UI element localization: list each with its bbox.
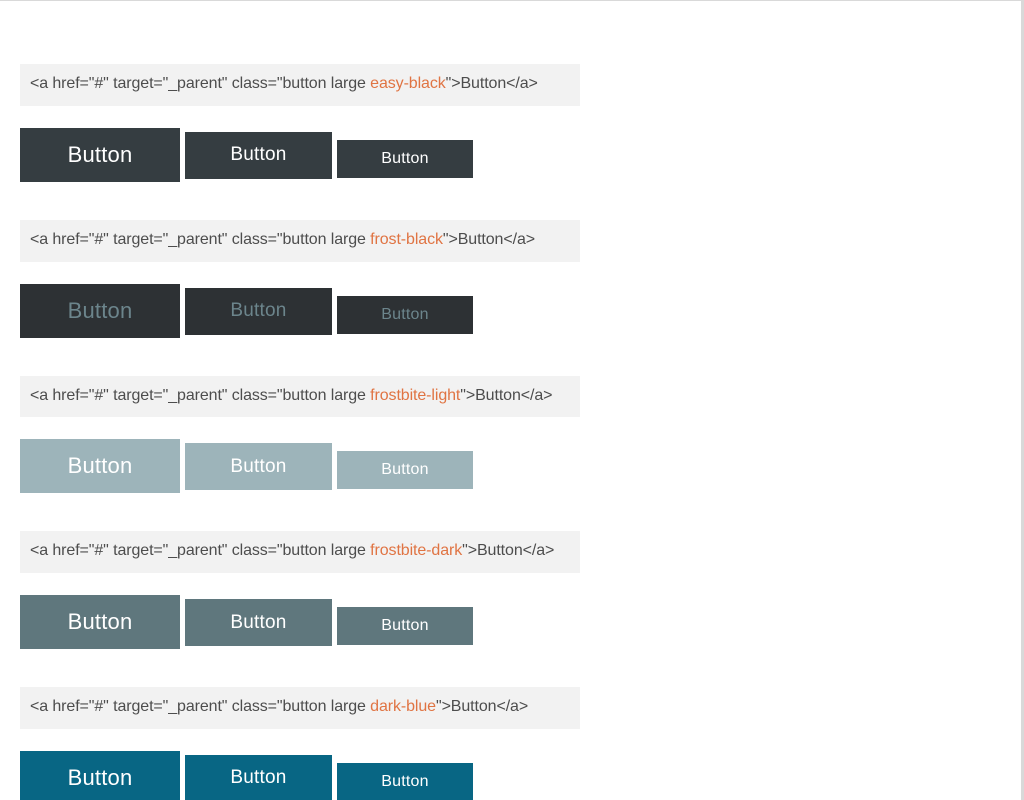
code-class-name: frostbite-light <box>370 387 460 404</box>
code-prefix: <a href="#" target="_parent" class="butt… <box>30 387 370 404</box>
code-class-name: dark-blue <box>370 698 436 715</box>
button-label: Button <box>68 609 133 635</box>
code-class-name: easy-black <box>370 75 445 92</box>
button-row-easy-black: Button Button Button <box>20 128 580 182</box>
code-suffix: ">Button</a> <box>462 542 554 559</box>
code-snippet-frost-black: <a href="#" target="_parent" class="butt… <box>20 220 580 262</box>
code-snippet-easy-black: <a href="#" target="_parent" class="butt… <box>20 64 580 106</box>
button-medium-frostbite-dark[interactable]: Button <box>185 599 332 646</box>
button-small-frostbite-dark[interactable]: Button <box>337 607 473 645</box>
button-large-frostbite-light[interactable]: Button <box>20 439 180 493</box>
code-prefix: <a href="#" target="_parent" class="butt… <box>30 542 370 559</box>
button-label: Button <box>230 144 286 166</box>
code-prefix: <a href="#" target="_parent" class="butt… <box>30 231 370 248</box>
button-label: Button <box>381 773 428 791</box>
button-row-dark-blue: Button Button Button <box>20 751 580 800</box>
code-prefix: <a href="#" target="_parent" class="butt… <box>30 75 370 92</box>
button-large-easy-black[interactable]: Button <box>20 128 180 182</box>
button-medium-frost-black[interactable]: Button <box>185 288 332 335</box>
button-label: Button <box>68 765 133 791</box>
button-label: Button <box>230 612 286 634</box>
code-class-name: frost-black <box>370 231 443 248</box>
button-large-dark-blue[interactable]: Button <box>20 751 180 800</box>
button-small-frost-black[interactable]: Button <box>337 296 473 334</box>
button-label: Button <box>381 150 428 168</box>
content-area: <a href="#" target="_parent" class="butt… <box>0 1 600 800</box>
button-label: Button <box>230 300 286 322</box>
code-class-name: frostbite-dark <box>370 542 462 559</box>
code-snippet-dark-blue: <a href="#" target="_parent" class="butt… <box>20 687 580 729</box>
button-medium-dark-blue[interactable]: Button <box>185 755 332 800</box>
button-large-frostbite-dark[interactable]: Button <box>20 595 180 649</box>
code-suffix: ">Button</a> <box>443 231 535 248</box>
code-suffix: ">Button</a> <box>436 698 528 715</box>
code-prefix: <a href="#" target="_parent" class="butt… <box>30 698 370 715</box>
button-medium-easy-black[interactable]: Button <box>185 132 332 179</box>
button-small-dark-blue[interactable]: Button <box>337 763 473 800</box>
button-small-easy-black[interactable]: Button <box>337 140 473 178</box>
button-row-frost-black: Button Button Button <box>20 284 580 338</box>
button-row-frostbite-dark: Button Button Button <box>20 595 580 649</box>
button-row-frostbite-light: Button Button Button <box>20 439 580 493</box>
button-small-frostbite-light[interactable]: Button <box>337 451 473 489</box>
button-medium-frostbite-light[interactable]: Button <box>185 443 332 490</box>
button-label: Button <box>68 298 133 324</box>
button-label: Button <box>68 453 133 479</box>
button-large-frost-black[interactable]: Button <box>20 284 180 338</box>
button-label: Button <box>381 617 428 635</box>
code-suffix: ">Button</a> <box>446 75 538 92</box>
button-label: Button <box>381 461 428 479</box>
button-label: Button <box>230 767 286 789</box>
code-snippet-frostbite-dark: <a href="#" target="_parent" class="butt… <box>20 531 580 573</box>
code-suffix: ">Button</a> <box>460 387 552 404</box>
button-label: Button <box>68 142 133 168</box>
button-label: Button <box>381 306 428 324</box>
code-snippet-frostbite-light: <a href="#" target="_parent" class="butt… <box>20 376 580 418</box>
button-label: Button <box>230 456 286 478</box>
